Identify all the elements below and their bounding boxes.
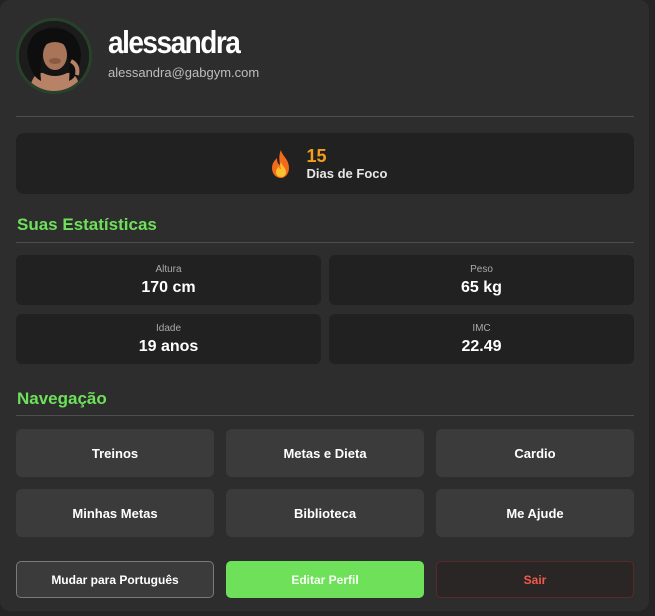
nav-button-treinos[interactable]: Treinos xyxy=(16,429,214,477)
stats-divider xyxy=(16,242,634,243)
stats-title: Suas Estatísticas xyxy=(17,215,157,234)
edit-profile-button[interactable]: Editar Perfil xyxy=(226,561,424,598)
avatar[interactable] xyxy=(16,18,92,94)
nav-button-metas-dieta[interactable]: Metas e Dieta xyxy=(226,429,424,477)
stat-bmi-value: 22.49 xyxy=(461,338,502,355)
avatar-image xyxy=(19,21,89,91)
stat-age-label: Idade xyxy=(155,323,182,334)
nav-button-cardio[interactable]: Cardio xyxy=(436,429,634,477)
user-email: alessandra@gabgym.com xyxy=(108,64,260,80)
stat-height-label: Altura xyxy=(155,264,182,275)
nav-button-me-ajude[interactable]: Me Ajude xyxy=(436,489,634,537)
nav-button-biblioteca[interactable]: Biblioteca xyxy=(226,489,424,537)
stat-age-value: 19 anos xyxy=(138,338,199,355)
stat-bmi-label: IMC xyxy=(472,323,491,334)
fire-icon xyxy=(271,149,289,178)
stat-weight-label: Peso xyxy=(470,264,493,275)
stat-height-value: 170 cm xyxy=(141,279,196,296)
streak-info: 15 Dias de Foco xyxy=(307,146,388,182)
stat-weight: Peso 65 kg xyxy=(329,255,634,305)
streak-panel: 15 Dias de Foco xyxy=(16,133,634,194)
streak-label: Dias de Foco xyxy=(306,165,388,181)
stat-age: Idade 19 anos xyxy=(16,314,321,364)
stat-height: Altura 170 cm xyxy=(16,255,321,305)
change-language-button[interactable]: Mudar para Português xyxy=(16,561,214,598)
stat-bmi: IMC 22.49 xyxy=(329,314,634,364)
user-info: alessandra alessandra@gabgym.com xyxy=(108,25,260,80)
header-divider xyxy=(16,116,634,117)
navigation-divider xyxy=(16,415,634,416)
user-name: alessandra xyxy=(108,24,241,60)
profile-card: alessandra alessandra@gabgym.com 15 Dias… xyxy=(0,0,649,611)
nav-button-minhas-metas[interactable]: Minhas Metas xyxy=(16,489,214,537)
stat-weight-value: 65 kg xyxy=(461,279,502,296)
streak-count: 15 xyxy=(306,145,327,166)
navigation-title: Navegação xyxy=(17,389,107,408)
logout-button[interactable]: Sair xyxy=(436,561,634,598)
profile-header: alessandra alessandra@gabgym.com xyxy=(16,15,259,97)
